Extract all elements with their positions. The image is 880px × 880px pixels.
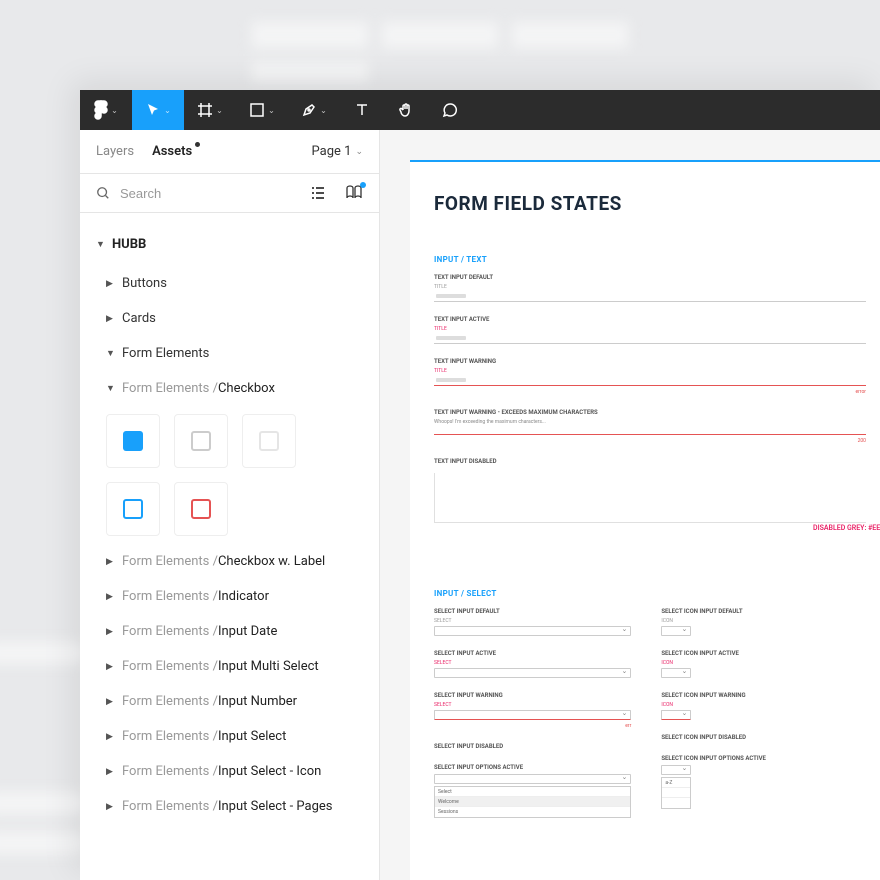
text-tool[interactable] xyxy=(340,90,384,130)
tree-item-input-select-pages[interactable]: ▶Form Elements / Input Select - Pages xyxy=(80,793,379,820)
chevron-right-icon: ▶ xyxy=(106,314,116,324)
variant-unchecked-blue[interactable] xyxy=(106,482,160,536)
tree-leaf: Checkbox xyxy=(218,381,275,396)
option-list: Select Welcome Sessions xyxy=(434,786,631,818)
comment-icon xyxy=(442,102,458,118)
move-tool[interactable]: ⌄ xyxy=(132,90,184,130)
text-input xyxy=(434,334,866,344)
tree-root-hubb[interactable]: ▼ HUBB xyxy=(80,231,379,258)
assets-indicator-dot xyxy=(195,142,200,147)
chevron-right-icon: ▶ xyxy=(106,279,116,289)
page-label: Page 1 xyxy=(312,144,352,159)
select xyxy=(661,668,691,678)
tree-path: Form Elements / xyxy=(122,381,218,396)
tree-label: Form Elements xyxy=(122,346,209,361)
tree-label: Cards xyxy=(122,311,156,326)
search-icon xyxy=(96,186,110,200)
tree-item-cards[interactable]: ▶ Cards xyxy=(80,305,379,332)
disabled-indicator: DISABLED GREY: #EEEEEE xyxy=(434,473,866,523)
page-selector[interactable]: Page 1 ⌄ xyxy=(312,144,363,159)
variant-checked[interactable] xyxy=(106,414,160,468)
panel-tabs: Layers Assets Page 1 ⌄ xyxy=(80,130,379,174)
tree-root-label: HUBB xyxy=(112,237,146,252)
select-col-icon: SELECT ICON INPUT DEFAULTICON SELECT ICO… xyxy=(661,608,858,832)
variant-unchecked-light[interactable] xyxy=(242,414,296,468)
select-col-default: SELECT INPUT DEFAULTSELECT SELECT INPUT … xyxy=(434,608,631,832)
hand-tool[interactable] xyxy=(384,90,428,130)
section-heading: INPUT / TEXT xyxy=(434,255,866,264)
chevron-down-icon: ⌄ xyxy=(355,147,363,157)
select xyxy=(661,710,691,720)
variant-error[interactable] xyxy=(174,482,228,536)
select xyxy=(434,626,631,636)
asset-tree: ▼ HUBB ▶ Buttons ▶ Cards ▼ Form Elements xyxy=(80,213,379,880)
tab-assets-label: Assets xyxy=(152,144,192,159)
section-heading: INPUT / SELECT xyxy=(434,589,880,598)
select xyxy=(434,774,631,784)
comment-tool[interactable] xyxy=(428,90,472,130)
figma-app-window: ⌄ ⌄ ⌄ ⌄ ⌄ Layers xyxy=(80,90,880,880)
pen-icon xyxy=(301,102,317,118)
variant-unchecked-gray[interactable] xyxy=(174,414,228,468)
column-input-text: INPUT / TEXT TEXT INPUT DEFAULTTITLE TEX… xyxy=(434,255,866,549)
tree-item-input-multiselect[interactable]: ▶Form Elements / Input Multi Select xyxy=(80,653,379,680)
artboard-form-field-states[interactable]: FORM FIELD STATES INPUT / TEXT TEXT INPU… xyxy=(410,160,880,880)
tree-item-indicator[interactable]: ▶Form Elements / Indicator xyxy=(80,583,379,610)
text-input xyxy=(434,376,866,386)
text-input xyxy=(434,292,866,302)
text-input xyxy=(434,425,866,435)
cursor-icon xyxy=(145,102,161,118)
shape-tool[interactable]: ⌄ xyxy=(236,90,288,130)
rectangle-icon xyxy=(249,102,265,118)
tree-item-input-select-icon[interactable]: ▶Form Elements / Input Select - Icon xyxy=(80,758,379,785)
select xyxy=(434,668,631,678)
tree-item-input-select[interactable]: ▶Form Elements / Input Select xyxy=(80,723,379,750)
tree-label: Buttons xyxy=(122,276,167,291)
frame-icon xyxy=(197,102,213,118)
select xyxy=(661,765,691,775)
main-menu-button[interactable]: ⌄ xyxy=(80,90,132,130)
artboard-title: FORM FIELD STATES xyxy=(434,192,880,215)
pen-tool[interactable]: ⌄ xyxy=(288,90,340,130)
canvas[interactable]: FORM FIELD STATES INPUT / TEXT TEXT INPU… xyxy=(380,130,880,880)
asset-search-row xyxy=(80,174,379,213)
select xyxy=(434,710,631,720)
tree-item-form-elements[interactable]: ▼ Form Elements xyxy=(80,340,379,367)
chevron-down-icon: ▼ xyxy=(106,348,116,359)
option-list: a-Z xyxy=(661,777,691,809)
tree-item-checkbox[interactable]: ▼ Form Elements / Checkbox xyxy=(80,375,379,402)
tab-layers[interactable]: Layers xyxy=(96,144,134,159)
hand-icon xyxy=(398,102,414,118)
chevron-down-icon: ▼ xyxy=(106,383,116,394)
frame-tool[interactable]: ⌄ xyxy=(184,90,236,130)
select xyxy=(661,626,691,636)
tree-item-buttons[interactable]: ▶ Buttons xyxy=(80,270,379,297)
tree-item-checkbox-label[interactable]: ▶Form Elements / Checkbox w. Label xyxy=(80,548,379,575)
checkbox-variants xyxy=(80,402,379,548)
library-update-dot xyxy=(360,182,366,188)
text-icon xyxy=(354,102,370,118)
search-input[interactable] xyxy=(120,186,309,201)
team-library-button[interactable] xyxy=(345,184,363,202)
figma-logo-icon xyxy=(94,100,108,120)
left-panel: Layers Assets Page 1 ⌄ xyxy=(80,130,380,880)
disabled-note: DISABLED GREY: #EEEEEE xyxy=(813,524,880,532)
tree-item-input-number[interactable]: ▶Form Elements / Input Number xyxy=(80,688,379,715)
toolbar: ⌄ ⌄ ⌄ ⌄ ⌄ xyxy=(80,90,880,130)
tab-assets[interactable]: Assets xyxy=(152,144,192,159)
chevron-down-icon: ▼ xyxy=(96,239,106,250)
list-view-toggle[interactable] xyxy=(309,184,327,202)
tree-item-input-date[interactable]: ▶Form Elements / Input Date xyxy=(80,618,379,645)
state-label: TEXT INPUT DEFAULT xyxy=(434,274,866,281)
